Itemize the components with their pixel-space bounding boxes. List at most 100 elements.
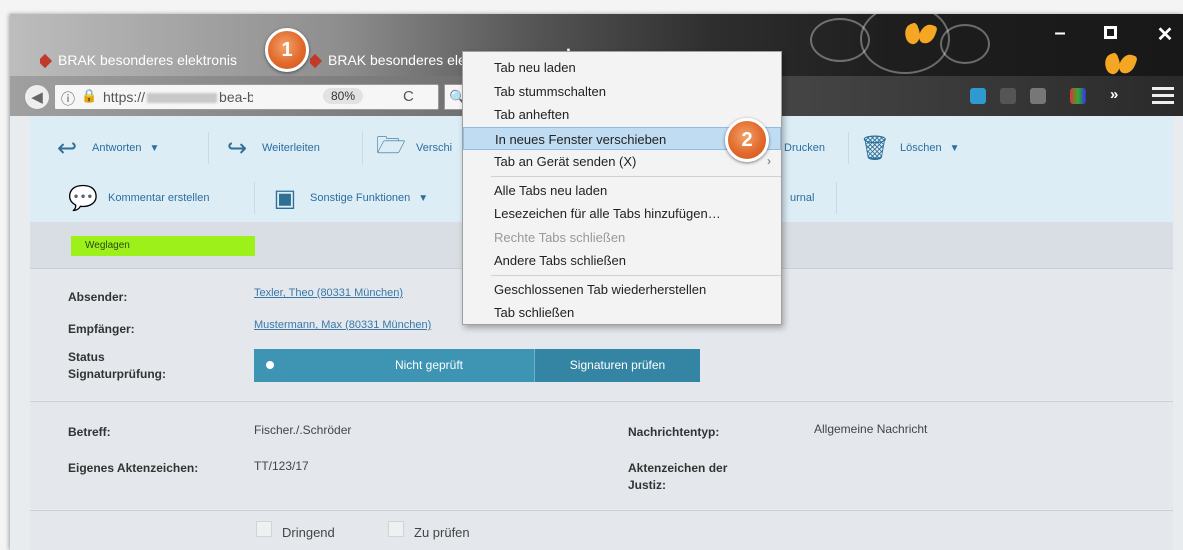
sender-label: Absender:	[68, 290, 128, 304]
tab-label: BRAK besonderes elekt	[328, 52, 477, 68]
chevron-down-icon: ▼	[418, 192, 429, 204]
url-redacted	[147, 93, 218, 104]
menu-item-label: Tab an Gerät senden (X)	[494, 154, 637, 169]
menu-item-close-tab[interactable]: Tab schließen	[463, 301, 781, 325]
reference-label: Eigenes Aktenzeichen:	[68, 461, 199, 475]
divider	[836, 182, 837, 214]
message-type-value: Allgemeine Nachricht	[814, 422, 928, 436]
move-button[interactable]: 🗁 Verschi	[376, 128, 452, 168]
comment-icon: 💬	[68, 184, 98, 212]
signature-status-label-line2: Signaturprüfung:	[68, 367, 166, 381]
menu-icon[interactable]	[1152, 87, 1174, 108]
dropdown-box-icon: ▣	[273, 184, 297, 212]
journal-button[interactable]: urnal	[790, 178, 814, 218]
menu-item-bookmark-all-tabs[interactable]: Lesezeichen für alle Tabs hinzufügen…	[463, 202, 781, 226]
browser-window: BRAK besonderes elektronis BRAK besonder…	[10, 14, 1183, 550]
divider	[254, 182, 255, 214]
back-arrow-icon: ◀	[31, 89, 43, 106]
subject-value: Fischer./.Schröder	[254, 423, 352, 437]
maximize-icon	[1103, 26, 1117, 39]
submenu-arrow-icon: ›	[767, 154, 771, 168]
print-button[interactable]: Drucken	[784, 128, 825, 168]
urgent-label: Dringend	[282, 525, 335, 540]
chevron-down-icon: ▼	[149, 142, 160, 154]
menu-item-mute-tab[interactable]: Tab stummschalten	[463, 80, 781, 104]
reference-value: TT/123/17	[254, 459, 309, 473]
maximize-button[interactable]	[1090, 22, 1130, 45]
extension-icon[interactable]	[1070, 88, 1086, 104]
forward-icon: ↪	[226, 134, 248, 162]
tab-label: BRAK besonderes elektronis	[58, 52, 237, 68]
url-text: https:// bea-br	[103, 89, 253, 105]
tab-brak-1[interactable]: BRAK besonderes elektronis	[40, 44, 280, 76]
signature-not-checked: Nicht geprüft	[394, 358, 464, 372]
extension-icon[interactable]	[1000, 88, 1016, 104]
comment-label: Kommentar erstellen	[108, 192, 210, 204]
forward-button[interactable]: ↪ Weiterleiten	[222, 128, 320, 168]
butterfly-icon	[905, 24, 935, 46]
menu-item-restore-closed-tab[interactable]: Geschlossenen Tab wiederherstellen	[463, 278, 781, 302]
other-functions-button[interactable]: ▣ Sonstige Funktionen ▼	[270, 178, 429, 218]
menu-separator	[491, 175, 781, 177]
extension-icon[interactable]	[1030, 88, 1046, 104]
check-signatures-button[interactable]: Signaturen prüfen	[534, 349, 700, 382]
to-check-checkbox[interactable]	[388, 521, 404, 537]
divider	[362, 132, 363, 164]
menu-item-close-tabs-right: Rechte Tabs schließen	[494, 229, 626, 245]
signature-status-label-line1: Status	[68, 350, 105, 364]
subject-label: Betreff:	[68, 425, 111, 439]
details-section: Betreff: Fischer./.Schröder Nachrichtent…	[30, 401, 1173, 509]
url-domain: bea-br	[219, 89, 253, 105]
delete-button[interactable]: 🗑 Löschen ▼	[860, 128, 960, 168]
back-button[interactable]: ◀	[24, 84, 50, 110]
recipient-link[interactable]: Mustermann, Max (80331 München)	[254, 319, 431, 331]
step-marker-1: 1	[265, 28, 309, 72]
minimize-button[interactable]: –	[1040, 22, 1080, 45]
delete-label: Löschen	[900, 142, 942, 154]
divider	[848, 132, 849, 164]
overflow-button[interactable]: »	[1110, 86, 1138, 108]
butterfly-icon	[1105, 54, 1135, 76]
zoom-indicator[interactable]: 80%	[323, 88, 364, 104]
recipient-label: Empfänger:	[68, 322, 135, 336]
extension-icon[interactable]	[970, 88, 986, 104]
divider	[208, 132, 209, 164]
brak-favicon-icon	[310, 54, 323, 69]
other-functions-label: Sonstige Funktionen	[310, 192, 411, 204]
reply-label: Antworten	[92, 142, 142, 154]
tab-context-menu: Tab neu laden Tab stummschalten Tab anhe…	[462, 51, 782, 325]
close-window-button[interactable]: ✕	[1145, 22, 1183, 47]
move-label: Verschi	[416, 142, 453, 154]
brak-favicon-icon	[40, 54, 53, 69]
reload-icon[interactable]: C	[403, 88, 414, 105]
swirl-decoration	[940, 24, 990, 64]
court-reference-label-line2: Justiz:	[628, 478, 667, 492]
reply-icon: ↩	[56, 134, 78, 162]
info-icon[interactable]: ⓘ	[61, 89, 75, 109]
comment-button[interactable]: 💬 Kommentar erstellen	[68, 178, 210, 218]
sender-link[interactable]: Texler, Theo (80331 München)	[254, 287, 403, 299]
forward-label: Weiterleiten	[262, 142, 320, 154]
court-reference-label: Aktenzeichen der Justiz:	[628, 460, 727, 494]
url-prefix: https://	[103, 89, 146, 105]
menu-item-reload-all-tabs[interactable]: Alle Tabs neu laden	[463, 179, 781, 203]
signature-status-label: Status Signaturprüfung:	[68, 349, 166, 383]
flags-section: Dringend Zu prüfen	[30, 510, 1173, 550]
reply-button[interactable]: ↩ Antworten ▼	[52, 128, 160, 168]
menu-item-close-other-tabs[interactable]: Andere Tabs schließen	[463, 249, 781, 273]
chevron-down-icon: ▼	[949, 142, 960, 154]
url-bar[interactable]: ⓘ 🔒 https:// bea-br 80% C	[54, 84, 439, 110]
status-badge: Weglagen	[71, 236, 255, 256]
urgent-checkbox[interactable]	[256, 521, 272, 537]
to-check-label: Zu prüfen	[414, 525, 470, 540]
court-reference-label-line1: Aktenzeichen der	[628, 461, 728, 475]
signature-status-bar: Nicht geprüft Signaturen prüfen	[254, 349, 700, 382]
trash-icon: 🗑	[859, 134, 891, 162]
menu-item-reload-tab[interactable]: Tab neu laden	[463, 56, 781, 80]
menu-separator	[491, 274, 781, 276]
journal-label: urnal	[790, 192, 815, 204]
message-type-label: Nachrichtentyp:	[628, 425, 720, 439]
print-label: Drucken	[784, 142, 825, 154]
lock-icon: 🔒	[81, 88, 98, 103]
status-dot-icon	[266, 361, 274, 369]
